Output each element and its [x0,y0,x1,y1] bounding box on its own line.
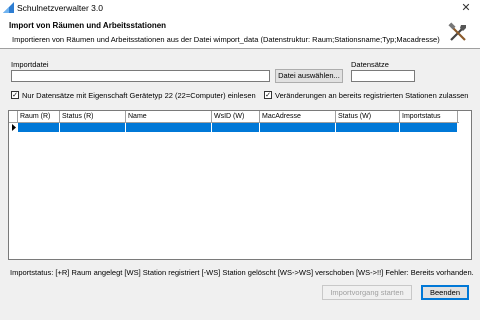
table-cell[interactable] [212,123,260,132]
column-header[interactable]: WsID (W) [212,111,260,122]
allow-changes-checkbox[interactable]: ✓ [264,91,272,99]
column-header[interactable]: Name [126,111,212,122]
records-label: Datensätze [351,60,389,69]
import-status-legend: Importstatus: [+R] Raum angelegt [WS] St… [10,268,474,277]
records-field [351,70,415,82]
row-indicator-header [9,111,18,122]
import-file-label: Importdatei [11,60,49,69]
start-import-button[interactable]: Importvorgang starten [322,285,412,300]
column-header[interactable]: Status (W) [336,111,400,122]
table-cell[interactable] [126,123,212,132]
only-computers-checkbox[interactable]: ✓ [11,91,19,99]
close-icon[interactable]: ✕ [458,0,474,16]
row-selector-icon [12,124,16,131]
table-cell[interactable] [400,123,458,132]
table-cell[interactable] [336,123,400,132]
dialog-subtitle: Importieren von Räumen und Arbeitsstatio… [12,35,440,44]
column-header[interactable]: Status (R) [60,111,126,122]
grid-header: Raum (R) Status (R) Name WsID (W) MacAdr… [9,111,459,123]
close-button[interactable]: Beenden [421,285,469,300]
import-grid[interactable]: Raum (R) Status (R) Name WsID (W) MacAdr… [8,110,472,260]
column-header[interactable]: MacAdresse [260,111,336,122]
app-icon [3,2,14,13]
table-cell[interactable] [260,123,336,132]
table-row[interactable] [9,123,459,132]
column-header[interactable]: Importstatus [400,111,458,122]
choose-file-button[interactable]: Datei auswählen... [275,69,343,83]
tools-icon [448,22,466,41]
dialog-title: Import von Räumen und Arbeitsstationen [9,21,167,30]
window-title: Schulnetzverwalter 3.0 [17,3,103,13]
import-file-input[interactable] [11,70,270,82]
column-header[interactable]: Raum (R) [18,111,60,122]
only-computers-label: Nur Datensätze mit Eigenschaft Gerätetyp… [22,91,256,100]
table-cell[interactable] [60,123,126,132]
allow-changes-label: Veränderungen an bereits registrierten S… [275,91,469,100]
table-cell[interactable] [18,123,60,132]
